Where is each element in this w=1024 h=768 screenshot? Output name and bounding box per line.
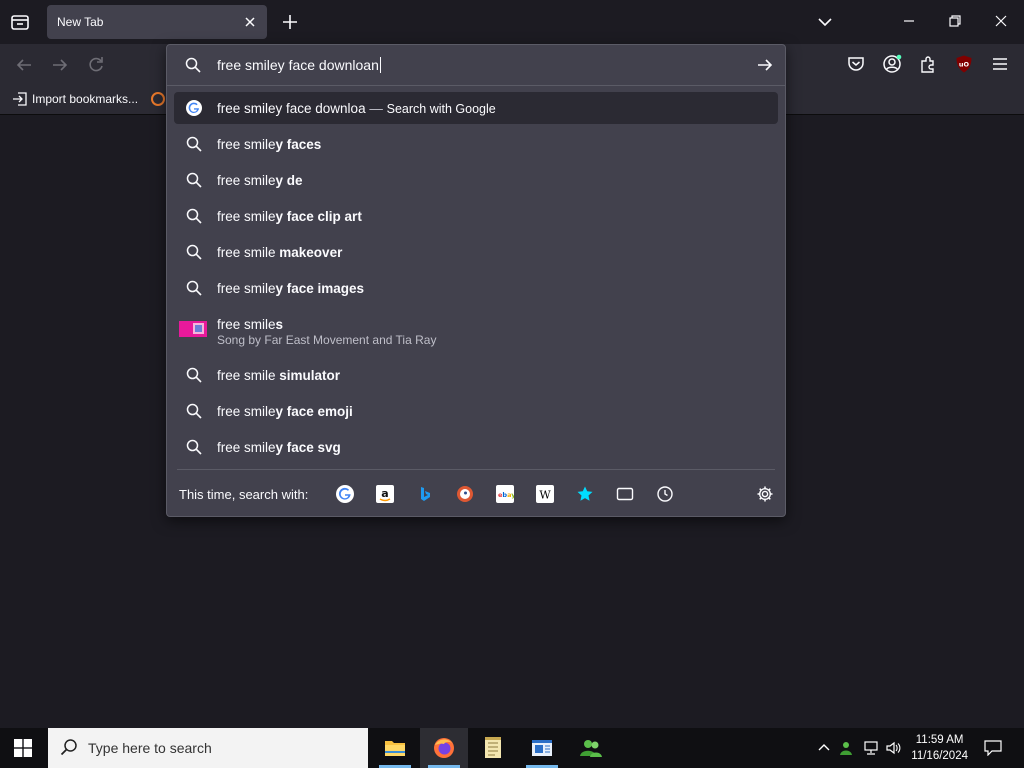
ublock-origin-icon[interactable]: uO — [954, 54, 974, 74]
history-icon[interactable] — [656, 485, 674, 503]
back-arrow-icon[interactable] — [13, 54, 35, 76]
suggestion-row[interactable]: free smiley faces — [174, 128, 778, 160]
svg-text:W: W — [539, 489, 551, 502]
search-icon — [185, 57, 201, 73]
suggestion-text: free smiley face clip art — [217, 209, 362, 224]
search-icon — [60, 738, 78, 756]
urlbar-input-value: free smiley face downloan — [217, 57, 379, 73]
amazon-icon[interactable]: a — [376, 485, 394, 503]
search-icon — [186, 136, 202, 152]
bing-icon[interactable] — [416, 485, 434, 503]
import-bookmarks-button[interactable]: Import bookmarks... — [12, 90, 138, 108]
tab-strip: New Tab — [0, 0, 1024, 44]
window-close-icon[interactable] — [990, 10, 1012, 32]
search-icon — [186, 403, 202, 419]
notepad-taskbar-button[interactable] — [469, 728, 517, 768]
window-minimize-icon[interactable] — [898, 10, 920, 32]
reload-icon[interactable] — [85, 54, 107, 76]
svg-text:uO: uO — [959, 61, 970, 69]
search-icon — [186, 208, 202, 224]
windows-start-icon[interactable] — [14, 739, 32, 757]
bookmarks-star-icon[interactable] — [576, 485, 594, 503]
taskbar-search-placeholder: Type here to search — [88, 740, 212, 756]
suggestion-row[interactable]: free smiley face svg — [174, 431, 778, 463]
search-icon — [186, 367, 202, 383]
pocket-icon[interactable] — [846, 54, 866, 74]
suggestion-text: free smile makeover — [217, 245, 343, 260]
gear-icon[interactable] — [756, 485, 774, 503]
search-icon — [186, 439, 202, 455]
user-tray-icon[interactable] — [838, 740, 854, 756]
notepad-icon — [485, 737, 501, 758]
volume-icon[interactable] — [885, 740, 901, 756]
hamburger-menu-icon[interactable] — [990, 54, 1010, 74]
tabs-icon[interactable] — [616, 485, 634, 503]
close-icon[interactable] — [241, 13, 259, 31]
new-tab-plus-icon[interactable] — [279, 11, 301, 33]
svg-text:a: a — [381, 487, 388, 500]
bookmark-favicon-icon[interactable] — [150, 91, 166, 107]
folder-icon — [385, 741, 405, 756]
suggestion-text: free smiley face svg — [217, 440, 341, 455]
extensions-puzzle-icon[interactable] — [918, 54, 938, 74]
search-icon — [186, 172, 202, 188]
urlbar-input-row[interactable]: free smiley face downloan — [167, 45, 785, 86]
suggestion-row[interactable]: free smile makeover — [174, 236, 778, 268]
go-arrow-icon[interactable] — [755, 55, 775, 75]
firefox-taskbar-button[interactable] — [420, 728, 468, 768]
divider — [177, 469, 775, 470]
suggestion-row[interactable]: free smile simulator — [174, 359, 778, 391]
svg-text:ebay: ebay — [498, 491, 514, 499]
tab-list-icon[interactable] — [8, 10, 32, 34]
file-explorer-taskbar-button[interactable] — [371, 728, 419, 768]
suggestion-text: free smiles — [217, 317, 284, 332]
urlbar-dropdown: free smiley face downloan free smiley fa… — [166, 44, 786, 517]
suggestion-row[interactable]: free smiley face images — [174, 272, 778, 304]
taskbar-clock[interactable]: 11:59 AM 11/16/2024 — [911, 732, 968, 764]
firefox-icon — [434, 738, 454, 758]
clock-time: 11:59 AM — [915, 734, 964, 746]
tab-new-tab[interactable]: New Tab — [47, 5, 267, 39]
chevron-up-icon[interactable] — [816, 740, 832, 756]
taskbar: Type here to search 11:59 AM 11/16/2024 — [0, 728, 1024, 768]
suggestion-text: free smiley face images — [217, 281, 365, 296]
suggestion-text: free smile simulator — [217, 368, 341, 383]
import-bookmarks-label: Import bookmarks... — [32, 92, 139, 106]
wordpad-icon — [532, 740, 552, 756]
forward-arrow-icon[interactable] — [49, 54, 71, 76]
suggestion-row[interactable]: free smiley de — [174, 164, 778, 196]
import-icon — [13, 92, 27, 106]
google-icon — [186, 100, 202, 116]
chevron-down-icon[interactable] — [814, 11, 836, 33]
clock-date: 11/16/2024 — [911, 750, 968, 762]
suggestion-row[interactable]: free smiley face clip art — [174, 200, 778, 232]
suggestion-row[interactable]: free smiley face emoji — [174, 395, 778, 427]
suggestion-text: free smiley face emoji — [217, 404, 353, 419]
search-icon — [186, 244, 202, 260]
suggestion-row-rich[interactable]: free smiles Song by Far East Movement an… — [174, 308, 778, 350]
search-icon — [186, 280, 202, 296]
suggestion-text: free smiley faces — [217, 137, 322, 152]
google-icon[interactable] — [336, 485, 354, 503]
network-icon[interactable] — [863, 740, 879, 756]
wordpad-taskbar-button[interactable] — [518, 728, 566, 768]
users-app-taskbar-button[interactable] — [567, 728, 615, 768]
wikipedia-icon[interactable]: W — [536, 485, 554, 503]
duckduckgo-icon[interactable] — [456, 485, 474, 503]
search-with-label: This time, search with: — [179, 487, 309, 502]
tab-label: New Tab — [57, 15, 104, 29]
users-icon — [580, 740, 602, 757]
window-restore-icon[interactable] — [944, 10, 966, 32]
album-thumbnail-icon — [179, 321, 207, 337]
urlbar-input[interactable]: free smiley face downloan — [217, 57, 381, 73]
account-icon[interactable] — [882, 54, 902, 74]
suggestion-text: free smiley de — [217, 173, 303, 188]
suggestion-subtitle: Song by Far East Movement and Tia Ray — [217, 333, 437, 347]
notifications-icon[interactable] — [984, 740, 1002, 757]
text-caret — [379, 57, 381, 73]
suggestion-text: free smiley face downloa — Search with G… — [217, 101, 496, 116]
taskbar-search-box[interactable]: Type here to search — [48, 728, 368, 768]
suggestion-row[interactable]: free smiley face downloa — Search with G… — [174, 92, 778, 124]
ebay-icon[interactable]: ebay — [496, 485, 516, 503]
